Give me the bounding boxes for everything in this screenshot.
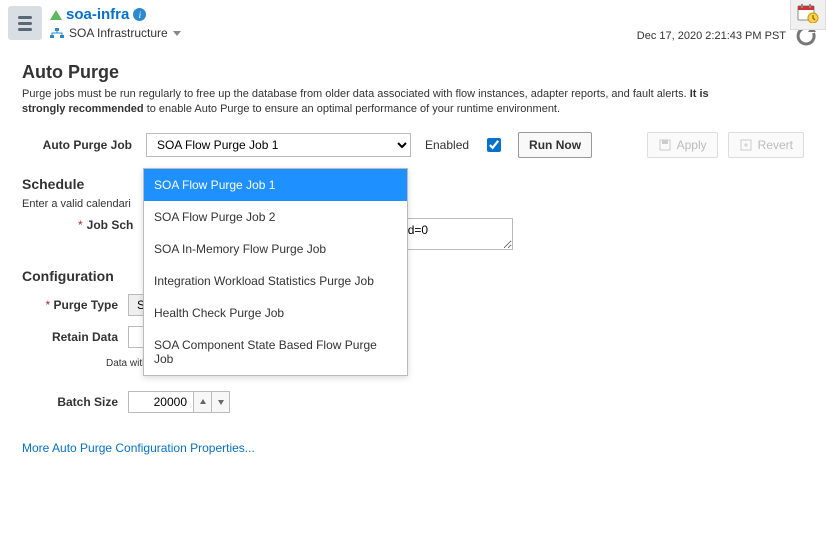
apply-icon [658,138,672,152]
hierarchy-icon [50,28,64,38]
job-dropdown-list[interactable]: SOA Flow Purge Job 1 SOA Flow Purge Job … [143,168,408,376]
app-title: soa-infra [66,6,129,23]
schedule-hint: Enter a valid calendari [22,198,804,210]
job-option[interactable]: SOA In-Memory Flow Purge Job [144,233,407,265]
revert-icon [739,138,753,152]
auto-purge-job-select[interactable]: SOA Flow Purge Job 1 [146,133,411,157]
job-label: Auto Purge Job [22,138,132,152]
job-option[interactable]: SOA Flow Purge Job 1 [144,169,407,201]
purge-type-label: * Purge Type [22,298,118,312]
page-title: Auto Purge [22,62,804,83]
revert-button[interactable]: Revert [728,132,804,158]
job-option[interactable]: SOA Flow Purge Job 2 [144,201,407,233]
config-heading: Configuration [22,268,804,284]
calendar-button[interactable] [790,0,826,30]
batch-size-label: Batch Size [22,395,118,409]
retain-data-label: Retain Data [22,330,118,344]
schedule-heading: Schedule [22,176,804,192]
more-config-link[interactable]: More Auto Purge Configuration Properties… [22,441,255,455]
job-option[interactable]: Integration Workload Statistics Purge Jo… [144,265,407,297]
apply-button[interactable]: Apply [647,132,718,158]
batch-size-spinner[interactable] [128,391,230,413]
breadcrumb-menu[interactable]: SOA Infrastructure [50,26,637,40]
job-option[interactable]: Health Check Purge Job [144,297,407,329]
timestamp: Dec 17, 2020 2:21:43 PM PST [637,30,786,42]
nav-menu-button[interactable] [8,6,42,40]
job-option[interactable]: SOA Component State Based Flow Purge Job [144,329,407,375]
batch-size-input[interactable] [129,392,193,412]
job-schedule-label: * Job Sch [78,218,133,232]
breadcrumb-label: SOA Infrastructure [69,26,168,40]
batch-up-button[interactable] [193,392,211,412]
page-description: Purge jobs must be run regularly to free… [22,87,722,118]
info-icon[interactable]: i [133,8,146,21]
enabled-checkbox[interactable] [487,138,501,152]
batch-down-button[interactable] [211,392,229,412]
status-up-icon [50,10,62,20]
enabled-label: Enabled [425,138,469,152]
run-now-button[interactable]: Run Now [518,132,592,158]
chevron-down-icon [173,31,181,36]
